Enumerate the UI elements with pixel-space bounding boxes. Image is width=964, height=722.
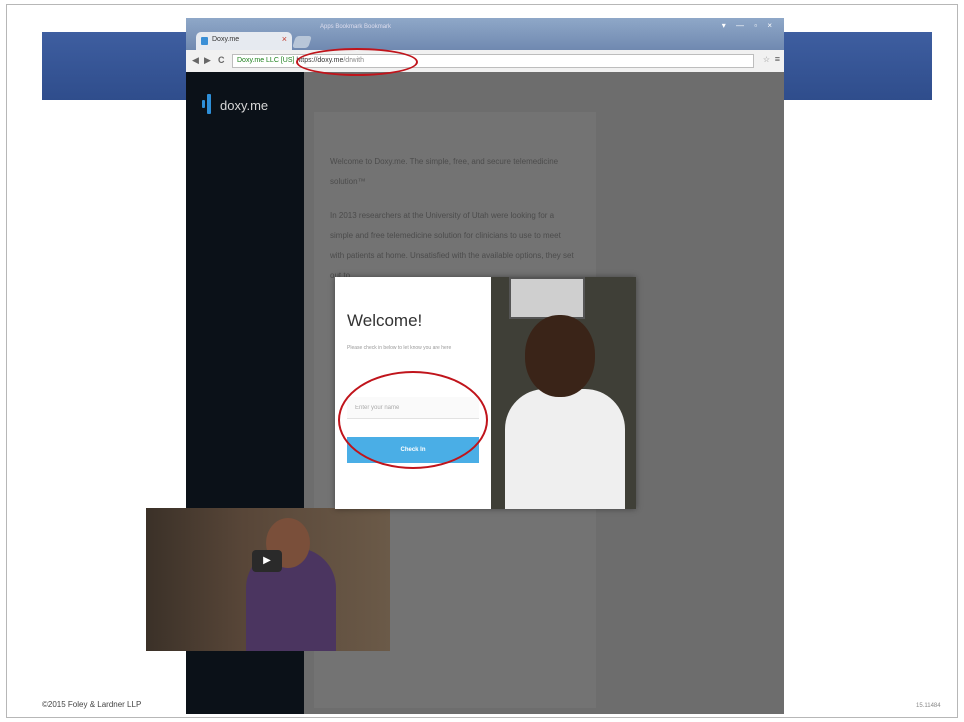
wall-picture <box>509 277 585 319</box>
webcam-preview <box>491 277 636 509</box>
copyright-text: ©2015 Foley & Lardner LLP <box>42 700 142 709</box>
tab-title: Doxy.me <box>212 36 240 43</box>
browser-toolbar: ◀ ▶ C Doxy.me LLC [US] https://doxy.me/d… <box>186 50 784 73</box>
browser-tab[interactable]: Doxy.me × <box>196 32 292 50</box>
doxy-logo-text[interactable]: doxy.me <box>220 98 268 113</box>
window-controls[interactable]: ▾ — ▫ × <box>722 21 776 30</box>
forward-icon[interactable]: ▶ <box>204 55 211 66</box>
secure-label: Doxy.me LLC [US] <box>237 57 295 64</box>
browser-menu-icon[interactable]: ≡ <box>775 54 780 64</box>
intro-video[interactable]: ▶ <box>146 508 390 651</box>
bookmark-star-icon[interactable]: ☆ <box>763 55 770 64</box>
slide-number: 15.11484 <box>916 703 941 709</box>
history-paragraph: In 2013 researchers at the University of… <box>330 211 574 280</box>
webcam-person-body <box>505 389 625 509</box>
webcam-person-head <box>525 315 595 397</box>
back-icon[interactable]: ◀ <box>192 55 199 66</box>
checkin-highlight-circle <box>338 371 488 469</box>
doxy-logo-icon <box>202 94 212 114</box>
close-tab-icon[interactable]: × <box>282 34 287 44</box>
modal-title: Welcome! <box>347 311 423 330</box>
new-tab-button[interactable] <box>292 36 312 48</box>
doxy-favicon-icon <box>201 37 208 45</box>
play-icon[interactable]: ▶ <box>252 550 282 572</box>
modal-subtitle: Please check in below to let know you ar… <box>347 345 452 351</box>
bookmarks-bar[interactable]: Apps Bookmark Bookmark <box>320 24 391 30</box>
reload-icon[interactable]: C <box>218 55 225 65</box>
intro-paragraph: Welcome to Doxy.me. The simple, free, an… <box>330 157 559 186</box>
url-highlight-circle <box>296 48 418 76</box>
